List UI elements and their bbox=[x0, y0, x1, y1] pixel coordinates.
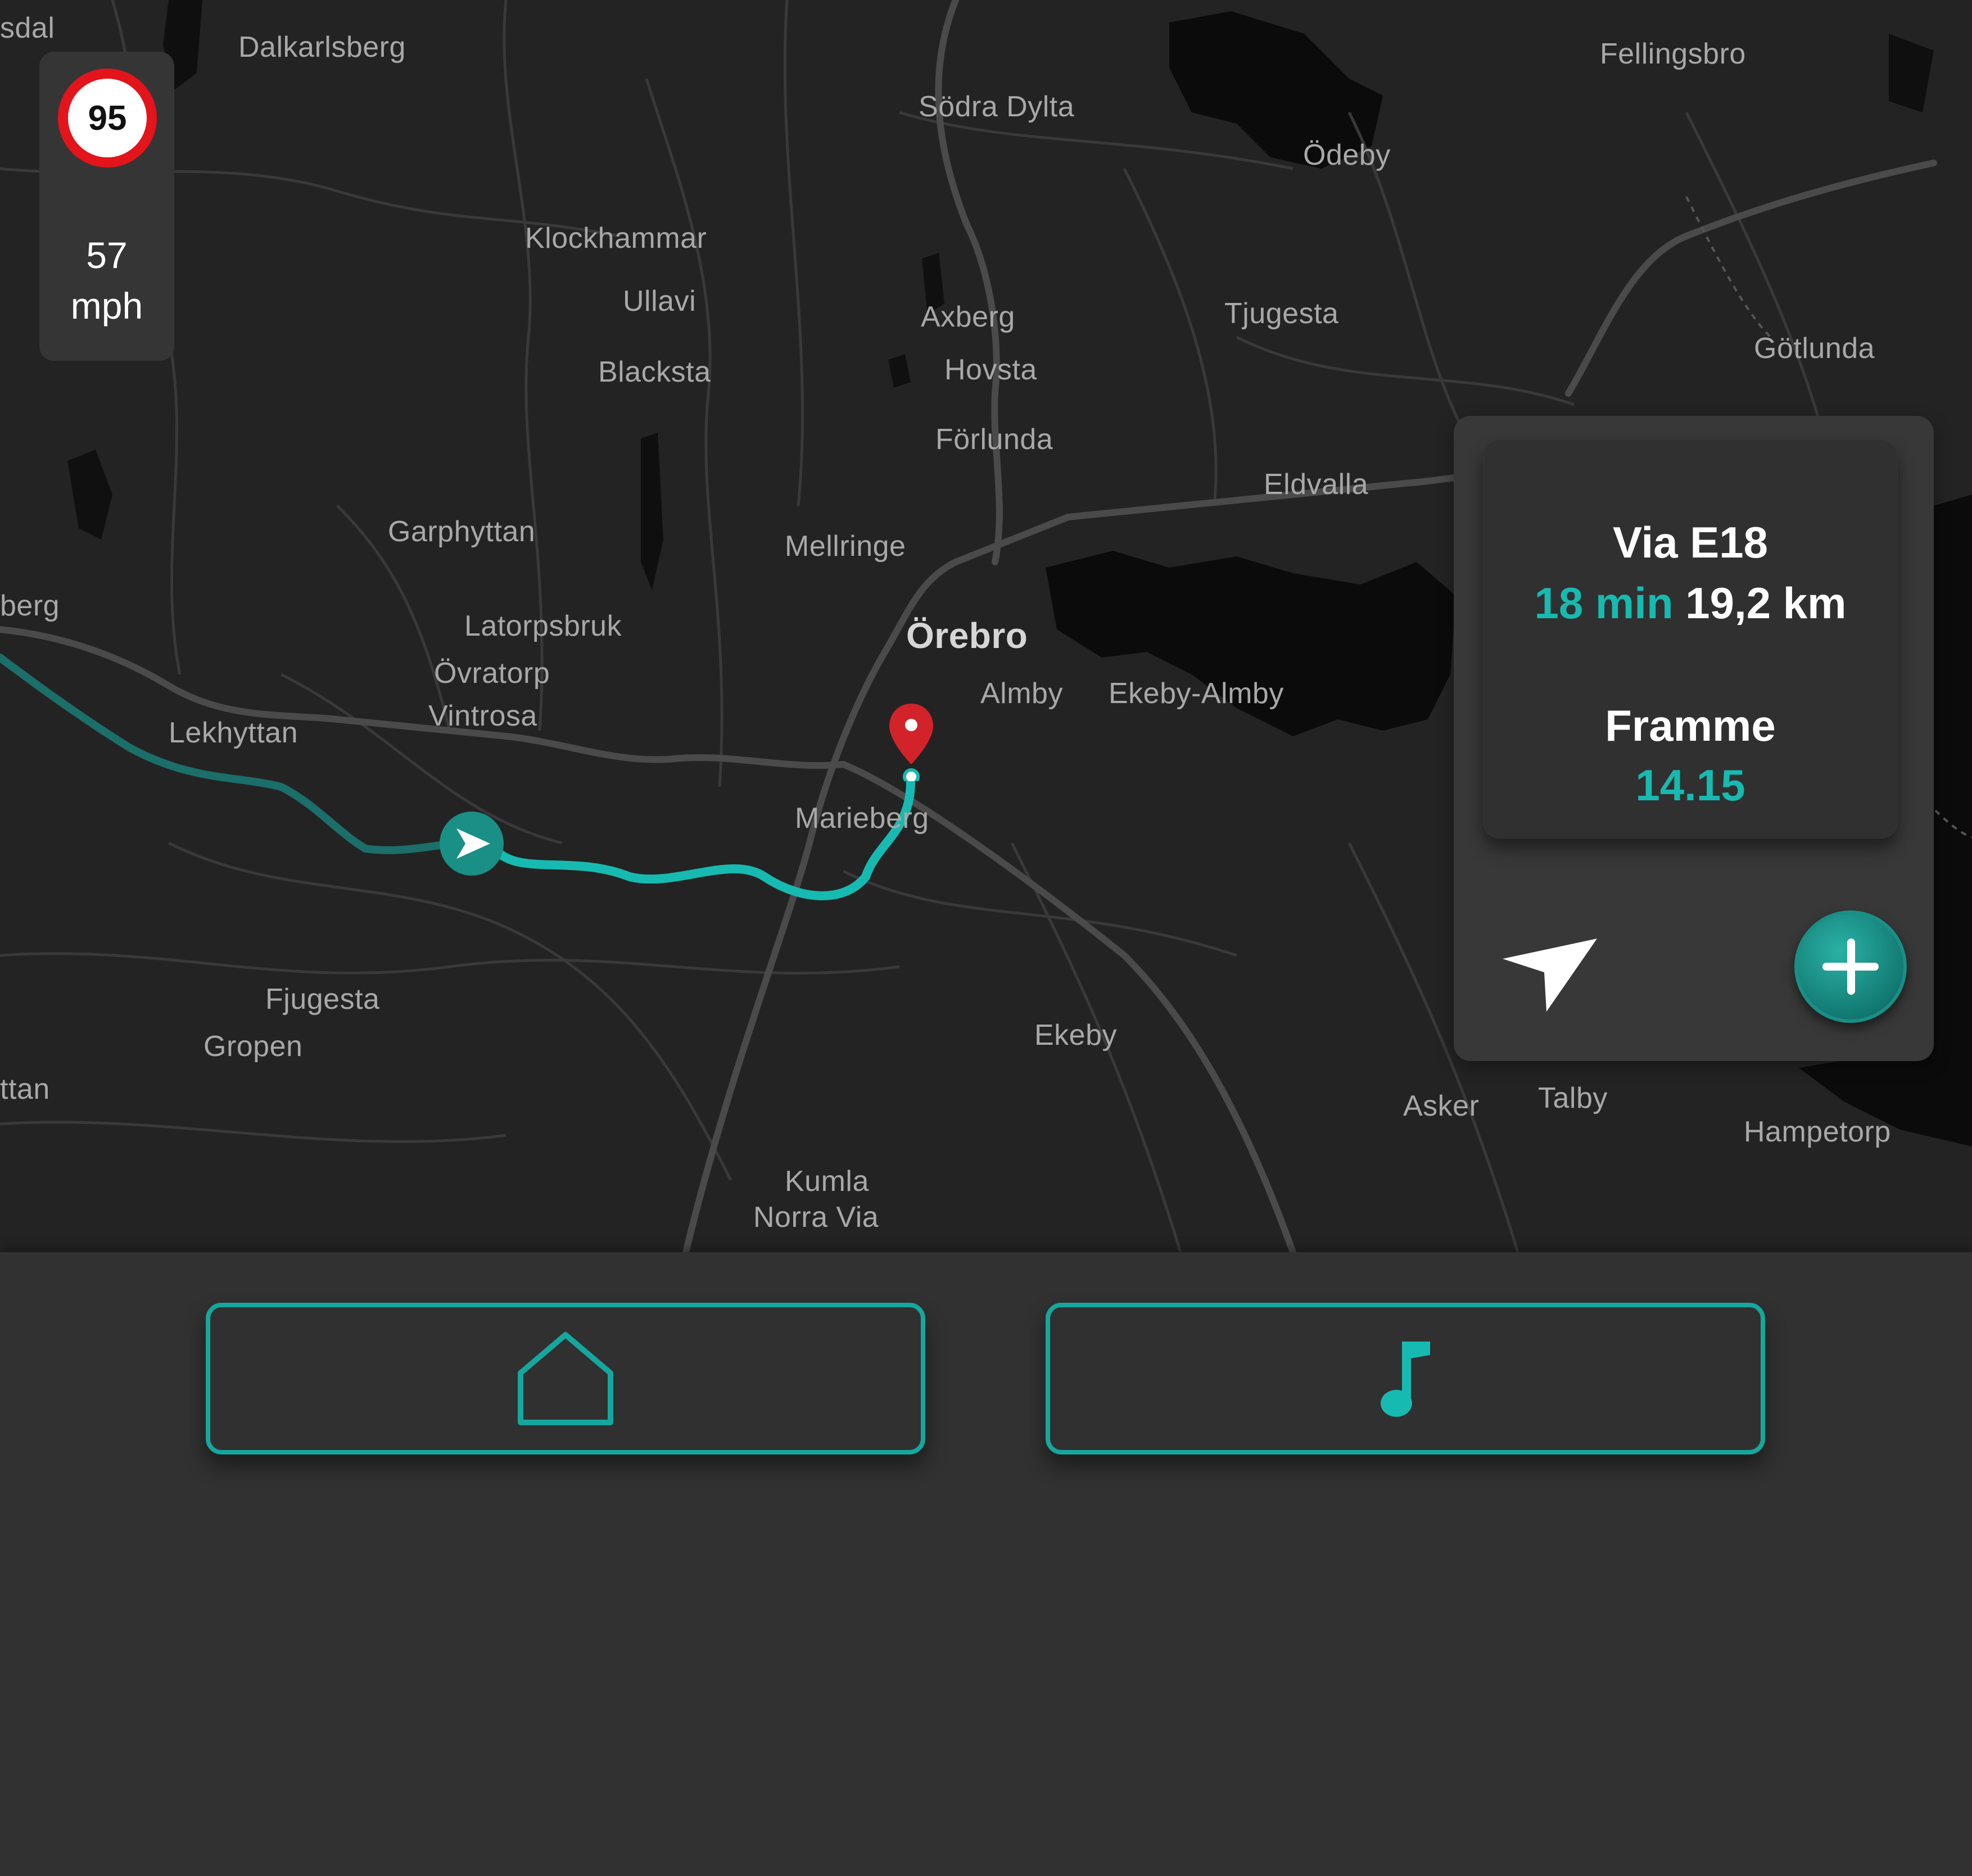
music-button[interactable] bbox=[1046, 1303, 1765, 1454]
route-duration-distance: 18 min 19,2 km bbox=[1483, 578, 1898, 629]
map-label: Garphyttan bbox=[388, 515, 536, 548]
arrival-label: Framme bbox=[1605, 701, 1776, 750]
home-button[interactable] bbox=[206, 1303, 925, 1454]
route-distance: 19,2 km bbox=[1685, 578, 1847, 628]
route-summary-card[interactable]: Via E18 18 min 19,2 km Framme 14.15 bbox=[1483, 439, 1898, 839]
current-location-marker bbox=[440, 812, 504, 876]
map-label: Talby bbox=[1538, 1082, 1608, 1114]
map-label: Lekhyttan bbox=[169, 717, 298, 749]
map-label: Gropen bbox=[203, 1030, 303, 1063]
map-label: Kumla bbox=[785, 1165, 869, 1198]
map-label: Fellingsbro bbox=[1600, 38, 1746, 70]
map-label-city: Örebro bbox=[906, 615, 1028, 656]
map-label: Ekeby-Almby bbox=[1109, 677, 1284, 710]
map-label: Blacksta bbox=[598, 356, 711, 388]
map-label: Södra Dylta bbox=[919, 90, 1075, 123]
music-note-icon bbox=[1381, 1342, 1430, 1417]
map-label: ttan bbox=[0, 1073, 50, 1105]
current-speed-value: 57 bbox=[86, 234, 128, 276]
map-label: Hampetorp bbox=[1744, 1116, 1891, 1148]
map-label: Almby bbox=[980, 677, 1063, 710]
speed-widget: 95 57 mph bbox=[39, 52, 174, 361]
map-label: Götlunda bbox=[1754, 332, 1875, 365]
map-pin-icon bbox=[889, 704, 933, 781]
map-label: Ullavi bbox=[623, 285, 696, 318]
map-label: Vintrosa bbox=[428, 700, 537, 732]
route-panel: Via E18 18 min 19,2 km Framme 14.15 bbox=[1454, 416, 1934, 1061]
bottom-nav-bar bbox=[0, 1252, 1972, 1876]
map-label: berg bbox=[0, 590, 60, 622]
map-label: Eldvalla bbox=[1264, 468, 1369, 501]
map-label: Mellringe bbox=[785, 530, 906, 563]
map-label: Klockhammar bbox=[525, 222, 707, 255]
speed-limit-sign: 95 bbox=[58, 69, 157, 167]
route-duration: 18 min bbox=[1534, 578, 1674, 628]
map-label: Ödeby bbox=[1303, 139, 1391, 171]
speed-limit-value: 95 bbox=[88, 98, 127, 138]
map-label: Norra Via bbox=[753, 1201, 879, 1234]
map-label: Latorpsbruk bbox=[464, 610, 622, 642]
map-label: sdal bbox=[0, 12, 55, 44]
add-button[interactable] bbox=[1794, 910, 1907, 1023]
plus-icon bbox=[1822, 939, 1879, 995]
arrival-time: 14.15 bbox=[1635, 760, 1745, 810]
map-label: Ekeby bbox=[1034, 1019, 1118, 1052]
home-icon bbox=[518, 1332, 613, 1425]
navigation-arrow-icon bbox=[456, 828, 490, 859]
speed-unit: mph bbox=[70, 285, 143, 327]
map-label: Marieberg bbox=[795, 802, 929, 835]
map-label: Dalkarlsberg bbox=[238, 31, 406, 64]
map-label: Hovsta bbox=[944, 354, 1037, 386]
map-label: Fjugesta bbox=[265, 983, 380, 1016]
map-label: Förlunda bbox=[935, 423, 1053, 456]
map-label: Övratorp bbox=[434, 657, 550, 690]
map-label: Tjugesta bbox=[1224, 297, 1339, 330]
map-label: Asker bbox=[1403, 1090, 1480, 1122]
map-label: Axberg bbox=[921, 301, 1015, 333]
location-arrow-icon[interactable] bbox=[1501, 939, 1597, 1012]
route-via: Via E18 bbox=[1612, 518, 1769, 567]
